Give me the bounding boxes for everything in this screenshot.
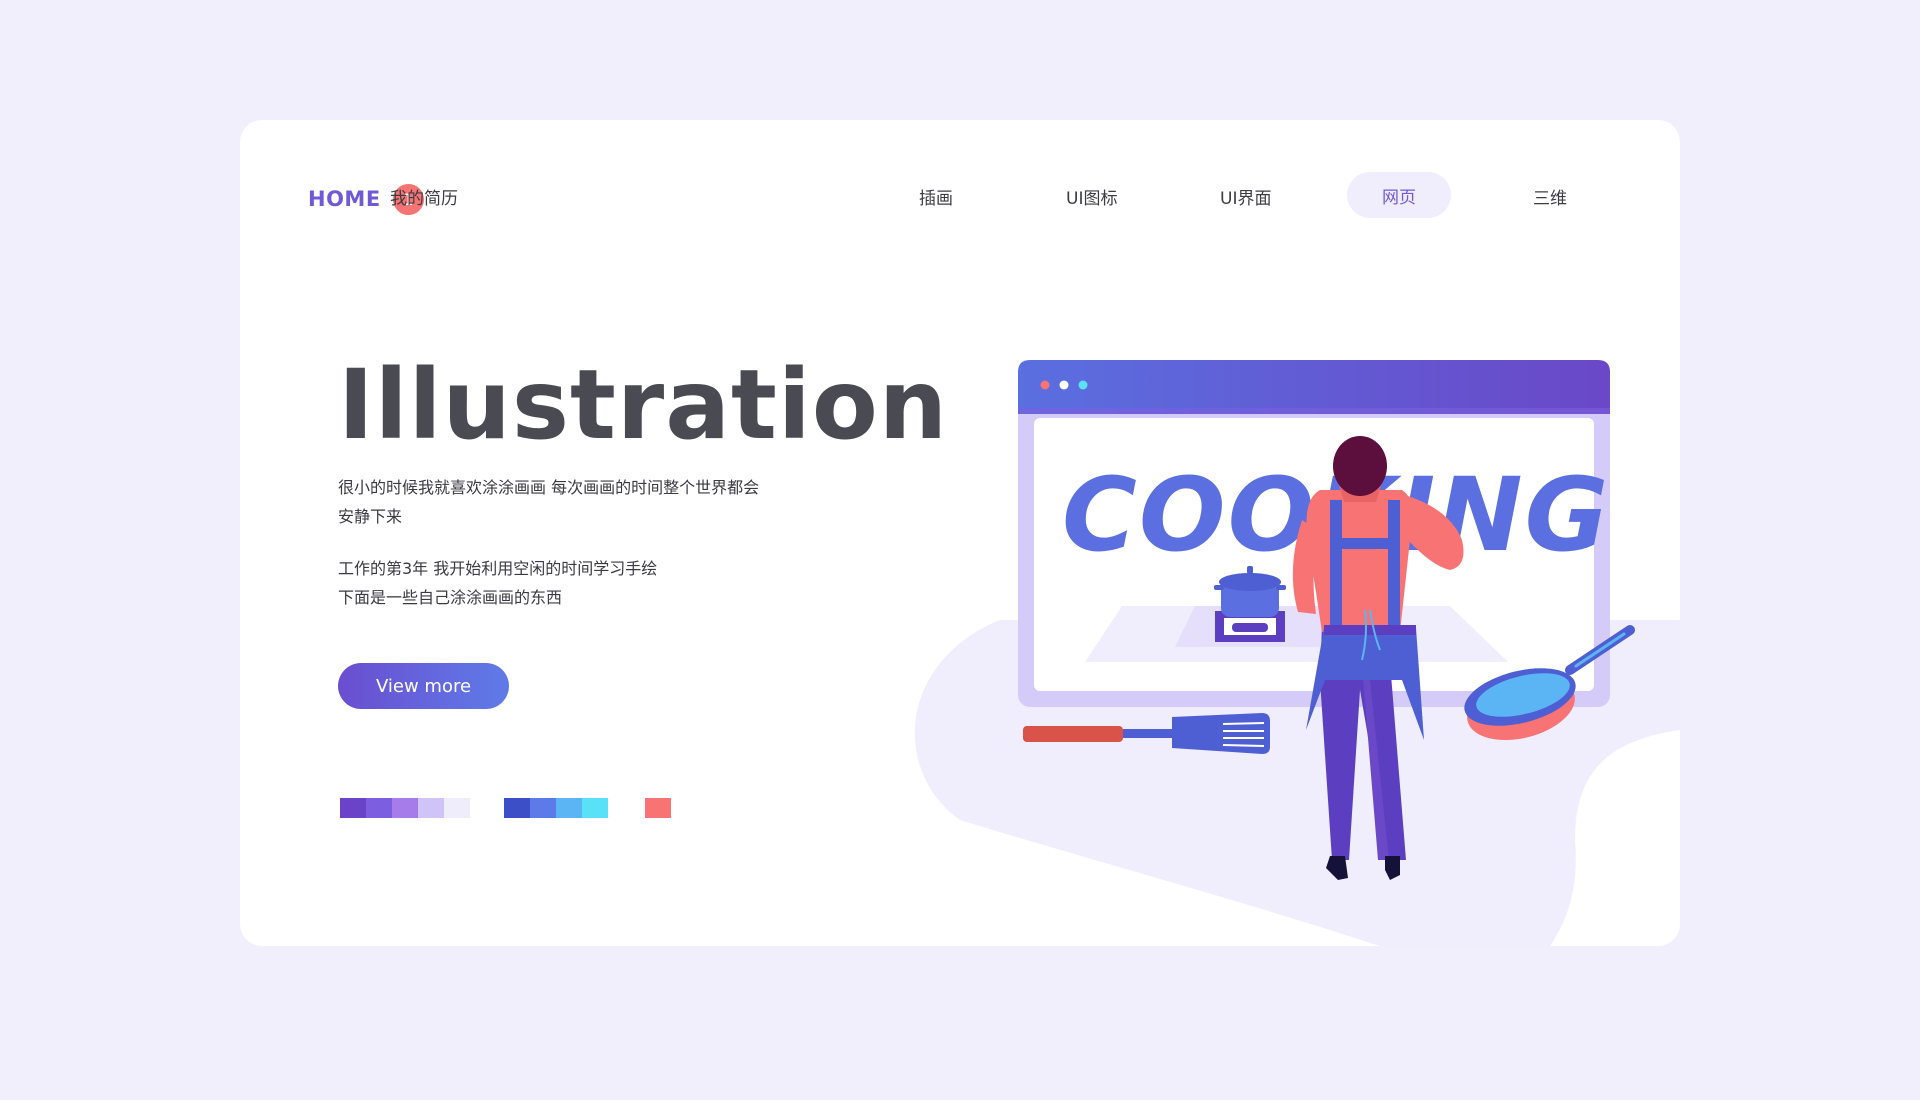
main-card: HOME 1 我的简历 插画 UI图标 UI界面 网页 三维 Illustrat… (240, 120, 1680, 946)
cooking-illustration: COOKING (914, 360, 1680, 946)
chef-hair (1333, 436, 1387, 496)
window-dot-cyan (1078, 380, 1088, 390)
spatula-head (1172, 713, 1270, 754)
apron-strap (1330, 500, 1342, 630)
spatula-handle (1023, 726, 1123, 742)
window-dot-white (1059, 380, 1069, 390)
window-dot-red (1040, 380, 1050, 390)
browser-title-bar (1018, 360, 1610, 414)
